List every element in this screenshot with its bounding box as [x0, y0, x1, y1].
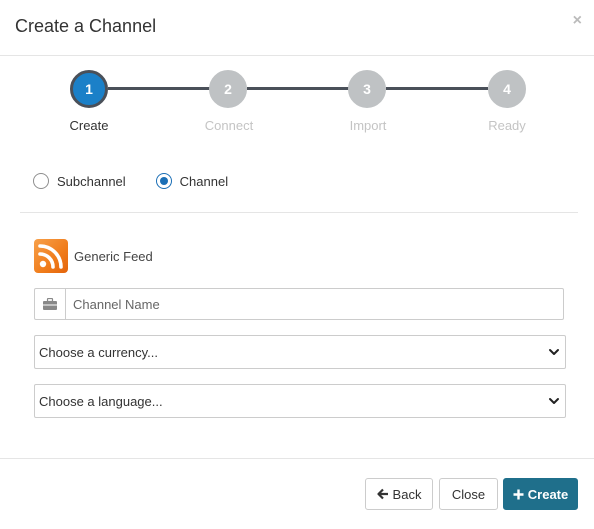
- dialog-header: Create a Channel ×: [0, 0, 594, 56]
- create-button-label: Create: [527, 486, 569, 502]
- step-connector: [247, 87, 349, 90]
- step-1-circle: 1: [70, 70, 108, 108]
- step-2-circle: 2: [209, 70, 247, 108]
- radio-dot: [159, 177, 168, 185]
- currency-select[interactable]: Choose a currency...: [34, 335, 566, 369]
- language-select[interactable]: Choose a language...: [34, 384, 566, 418]
- stepper: 1 2 3 4 Create Connect Import Ready: [0, 70, 594, 140]
- close-icon[interactable]: ×: [573, 11, 582, 31]
- step-connector: [108, 87, 210, 90]
- radio-button[interactable]: [33, 173, 49, 189]
- section-divider: [20, 212, 578, 213]
- chevron-down-icon: [549, 398, 559, 404]
- footer-divider: [0, 458, 594, 459]
- create-button[interactable]: Create: [503, 478, 578, 510]
- radio-button-checked[interactable]: [155, 173, 172, 189]
- currency-select-value: Choose a currency...: [39, 344, 158, 360]
- radio-subchannel[interactable]: Subchannel: [33, 173, 126, 189]
- radio-label: Subchannel: [57, 173, 126, 189]
- channel-name-input[interactable]: [66, 289, 563, 319]
- language-select-value: Choose a language...: [39, 393, 163, 409]
- step-2-label: Connect: [204, 118, 254, 133]
- create-channel-dialog: Create a Channel × 1 2 3 4 Create Connec…: [0, 0, 594, 529]
- back-button-label: Back: [392, 486, 422, 502]
- chevron-down-icon: [549, 349, 559, 355]
- step-4-circle: 4: [488, 70, 526, 108]
- arrow-left-icon: [376, 488, 389, 500]
- step-connector: [386, 87, 488, 90]
- channel-type-radio-group: Subchannel Channel: [33, 171, 258, 191]
- step-4-label: Ready: [488, 118, 526, 133]
- radio-channel[interactable]: Channel: [155, 173, 229, 189]
- step-3-circle: 3: [348, 70, 386, 108]
- briefcase-icon: [35, 289, 66, 319]
- dialog-title: Create a Channel: [15, 16, 157, 36]
- radio-label: Channel: [179, 173, 229, 189]
- feed-label: Generic Feed: [74, 248, 153, 264]
- step-3-label: Import: [349, 118, 387, 133]
- close-button[interactable]: Close: [439, 478, 498, 510]
- feed-header: Generic Feed: [34, 239, 153, 273]
- rss-icon: [34, 239, 68, 273]
- step-1-label: Create: [69, 118, 109, 133]
- close-button-label: Close: [451, 486, 486, 502]
- back-button[interactable]: Back: [365, 478, 433, 510]
- channel-name-field: [34, 288, 564, 320]
- plus-icon: [513, 489, 524, 500]
